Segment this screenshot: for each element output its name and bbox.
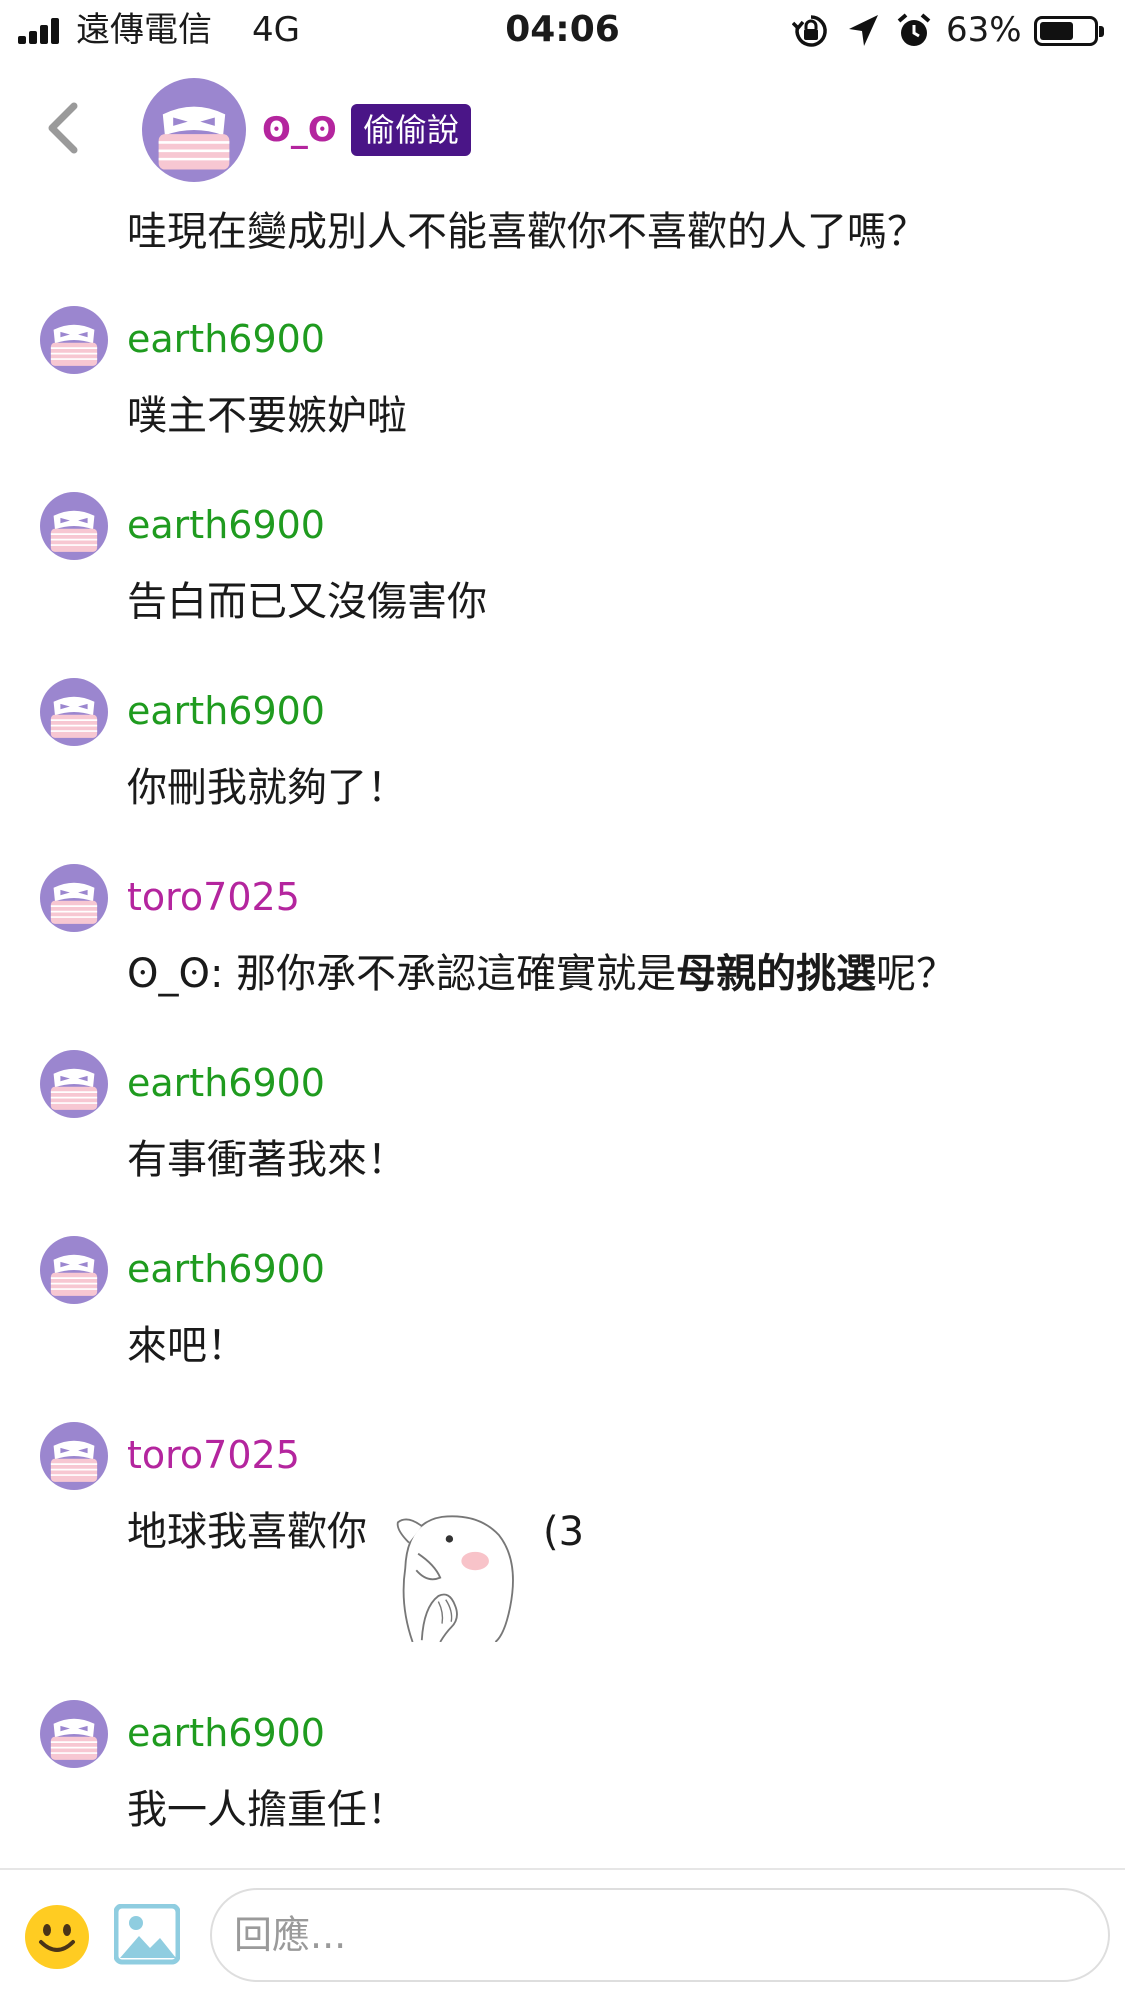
response-text: 我一人擔重任！: [127, 1787, 407, 1833]
battery-percent: 63%: [946, 10, 1022, 50]
response-username[interactable]: earth6900: [127, 686, 325, 736]
user-avatar[interactable]: [40, 1050, 108, 1118]
blushing-creature-sticker: [396, 1515, 514, 1642]
response-text: 地球我喜歡你 (3: [127, 1504, 584, 1642]
response-text: 你刪我就夠了！: [127, 765, 407, 811]
user-avatar[interactable]: [40, 1236, 108, 1304]
image-upload-button[interactable]: [113, 1903, 181, 1966]
response-text: 噗主不要嫉妒啦: [127, 393, 407, 439]
emoji-button[interactable]: [24, 1904, 90, 1970]
response-username[interactable]: toro7025: [127, 872, 300, 922]
response-text-bold: 母親的挑選: [676, 951, 877, 997]
response-username[interactable]: earth6900: [127, 500, 325, 550]
response-username[interactable]: earth6900: [127, 1244, 325, 1294]
image-upload-icon: [113, 1903, 181, 1965]
user-avatar[interactable]: [40, 864, 108, 932]
user-avatar[interactable]: [40, 1700, 108, 1768]
private-post-badge: 偷偷說: [351, 104, 472, 156]
user-avatar[interactable]: [40, 306, 108, 374]
orientation-lock-icon: [792, 15, 827, 47]
response-username[interactable]: earth6900: [127, 1058, 325, 1108]
battery-icon: [1034, 16, 1104, 46]
response-text-segment: 呢？: [876, 951, 957, 997]
status-bar: 遠傳電信 4G 04:06 63%: [0, 0, 1125, 62]
response-username[interactable]: earth6900: [127, 314, 325, 364]
alarm-icon: [897, 13, 931, 46]
response-text-segment: 地球我喜歡你: [127, 1509, 367, 1555]
response-text-segment: ʘ_ʘ: 那你承不承認這確實就是: [127, 951, 677, 997]
response-text-segment: (3: [543, 1509, 585, 1555]
location-arrow-icon: [849, 15, 878, 46]
response-text: ʘ_ʘ: 那你承不承認這確實就是母親的挑選呢？: [127, 946, 956, 1002]
user-avatar[interactable]: [40, 492, 108, 560]
owner-name[interactable]: ʘ_ʘ: [262, 106, 337, 154]
chevron-left-icon: [48, 102, 78, 154]
user-avatar[interactable]: [40, 678, 108, 746]
reply-input[interactable]: [210, 1888, 1110, 1982]
back-button[interactable]: [38, 96, 90, 160]
response-text: 來吧！: [127, 1323, 247, 1369]
owner-post-content: 哇現在變成別人不能喜歡你不喜歡的人了嗎？: [127, 209, 927, 255]
response-username[interactable]: toro7025: [127, 1430, 300, 1480]
user-avatar[interactable]: [40, 1422, 108, 1490]
response-username[interactable]: earth6900: [127, 1708, 325, 1758]
response-text: 告白而已又沒傷害你: [127, 579, 487, 625]
owner-avatar[interactable]: [142, 78, 246, 182]
smiley-face-icon: [25, 1905, 89, 1969]
composer-divider: [0, 1868, 1125, 1870]
response-text: 有事衝著我來！: [127, 1137, 407, 1183]
